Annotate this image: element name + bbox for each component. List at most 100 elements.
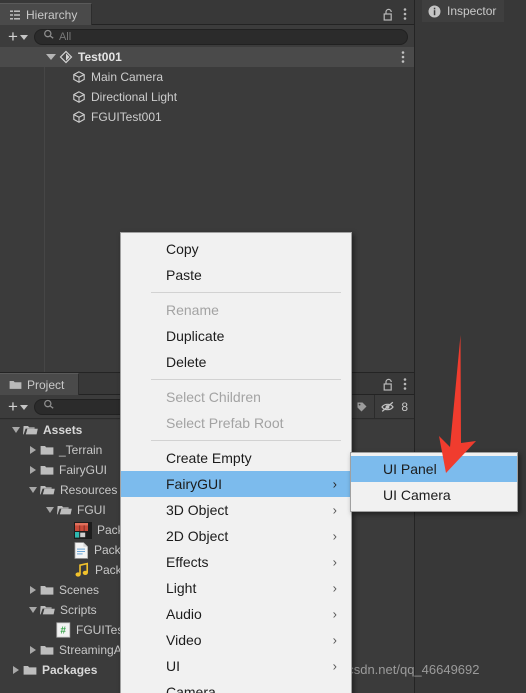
folder-icon (40, 584, 54, 596)
submenu-item-ui-panel[interactable]: UI Panel (351, 456, 517, 482)
menu-item-ui[interactable]: UI › (121, 653, 351, 679)
menu-item-audio[interactable]: Audio › (121, 601, 351, 627)
expand-twisty-icon[interactable] (46, 54, 56, 60)
project-row-label: FGUI (77, 503, 106, 517)
hierarchy-row-directional-light[interactable]: Directional Light (0, 87, 414, 107)
expand-twisty-icon[interactable] (30, 586, 36, 594)
gameobject-cube-icon (72, 70, 86, 84)
folder-open-icon (40, 604, 55, 616)
menu-item-label: Create Empty (166, 450, 252, 466)
text-asset-icon (74, 541, 89, 559)
tab-project[interactable]: Project (0, 373, 80, 395)
menu-item-light[interactable]: Light › (121, 575, 351, 601)
project-create-dropdown[interactable]: + (0, 398, 34, 415)
tab-hierarchy-label: Hierarchy (26, 7, 78, 22)
menu-item-label: Select Children (166, 389, 261, 405)
menu-item-label: Camera (166, 684, 216, 693)
menu-item-duplicate[interactable]: Duplicate (121, 323, 351, 349)
hierarchy-search-placeholder: All (58, 30, 72, 43)
hierarchy-create-dropdown[interactable]: + (0, 26, 34, 46)
hierarchy-row-test001[interactable]: Test001 (0, 47, 414, 67)
gameobject-cube-icon (72, 110, 86, 124)
kebab-menu-icon[interactable] (401, 50, 405, 67)
hierarchy-toolbar: + All (0, 25, 414, 49)
kebab-menu-icon[interactable] (403, 377, 407, 391)
chevron-right-icon: › (332, 554, 337, 570)
folder-open-icon (23, 424, 38, 436)
project-row-label: Scripts (60, 603, 97, 617)
menu-separator (151, 379, 341, 380)
plus-icon: + (8, 26, 18, 46)
folder-open-icon (57, 504, 72, 516)
hierarchy-row-main-camera[interactable]: Main Camera (0, 67, 414, 87)
info-icon (428, 5, 441, 18)
menu-item-copy[interactable]: Copy (121, 236, 351, 262)
menu-item-label: Select Prefab Root (166, 415, 284, 431)
project-row-label: Resources (60, 483, 118, 497)
expand-twisty-icon[interactable] (29, 487, 37, 493)
menu-item-paste[interactable]: Paste (121, 262, 351, 288)
project-toolbar-right: 8 (349, 394, 414, 419)
project-tabbar-actions (383, 373, 414, 395)
menu-item-create-empty[interactable]: Create Empty (121, 445, 351, 471)
expand-twisty-icon[interactable] (12, 427, 20, 433)
fairygui-submenu: UI Panel UI Camera (350, 452, 518, 512)
chevron-right-icon: › (332, 658, 337, 674)
expand-twisty-icon[interactable] (13, 666, 19, 674)
chevron-right-icon: › (332, 632, 337, 648)
unity-scene-icon (59, 50, 73, 64)
chevron-right-icon: › (332, 606, 337, 622)
lock-open-icon[interactable] (383, 8, 394, 21)
menu-item-select-children: Select Children (121, 384, 351, 410)
menu-item-label: Rename (166, 302, 219, 318)
search-icon (43, 28, 55, 46)
menu-item-delete[interactable]: Delete (121, 349, 351, 375)
menu-item-label: Duplicate (166, 328, 225, 344)
tab-hierarchy[interactable]: Hierarchy (0, 3, 93, 25)
menu-item-rename: Rename (121, 297, 351, 323)
menu-item-label: Paste (166, 267, 202, 283)
hierarchy-tabbar: Hierarchy (0, 3, 414, 25)
menu-separator (151, 440, 341, 441)
folder-open-icon (40, 484, 55, 496)
folder-icon (9, 379, 22, 390)
menu-item-video[interactable]: Video › (121, 627, 351, 653)
kebab-menu-icon[interactable] (403, 7, 407, 21)
menu-item-camera[interactable]: Camera (121, 679, 351, 693)
expand-twisty-icon[interactable] (46, 507, 54, 513)
tab-inspector[interactable]: Inspector (422, 0, 505, 22)
hierarchy-search-input[interactable]: All (33, 28, 408, 46)
expand-twisty-icon[interactable] (30, 646, 36, 654)
hierarchy-row-label: FGUITest001 (91, 110, 162, 124)
tab-project-label: Project (27, 377, 65, 392)
chevron-right-icon: › (332, 580, 337, 596)
svg-text:#: # (60, 626, 66, 637)
unity-editor-window: Hierarchy + All Test001 Main Camera Dire… (0, 0, 526, 693)
menu-item-label: FairyGUI (166, 476, 222, 492)
project-row-label: _Terrain (59, 443, 103, 457)
tab-inspector-label: Inspector (447, 4, 497, 18)
inspector-body (415, 22, 526, 693)
favorite-tag-icon[interactable] (349, 394, 374, 419)
hierarchy-icon (9, 9, 21, 21)
expand-twisty-icon[interactable] (30, 446, 36, 454)
submenu-item-ui-camera[interactable]: UI Camera (351, 482, 517, 508)
hierarchy-row-fguitest001[interactable]: FGUITest001 (0, 107, 414, 127)
menu-item-effects[interactable]: Effects › (121, 549, 351, 575)
menu-item-fairygui[interactable]: FairyGUI › (121, 471, 351, 497)
gameobject-cube-icon (72, 90, 86, 104)
menu-item-2d-object[interactable]: 2D Object › (121, 523, 351, 549)
project-row-label: Scenes (59, 583, 100, 597)
submenu-item-label: UI Camera (383, 487, 451, 503)
menu-item-3d-object[interactable]: 3D Object › (121, 497, 351, 523)
lock-open-icon[interactable] (383, 378, 394, 391)
expand-twisty-icon[interactable] (30, 466, 36, 474)
inspector-panel: Inspector (415, 0, 526, 693)
menu-item-label: Video (166, 632, 202, 648)
menu-item-label: UI (166, 658, 180, 674)
hierarchy-tabbar-actions (383, 3, 414, 25)
search-icon (43, 398, 55, 416)
expand-twisty-icon[interactable] (29, 607, 37, 613)
texture-asset-icon (74, 521, 92, 539)
hidden-objects-toggle[interactable]: 8 (374, 394, 414, 419)
